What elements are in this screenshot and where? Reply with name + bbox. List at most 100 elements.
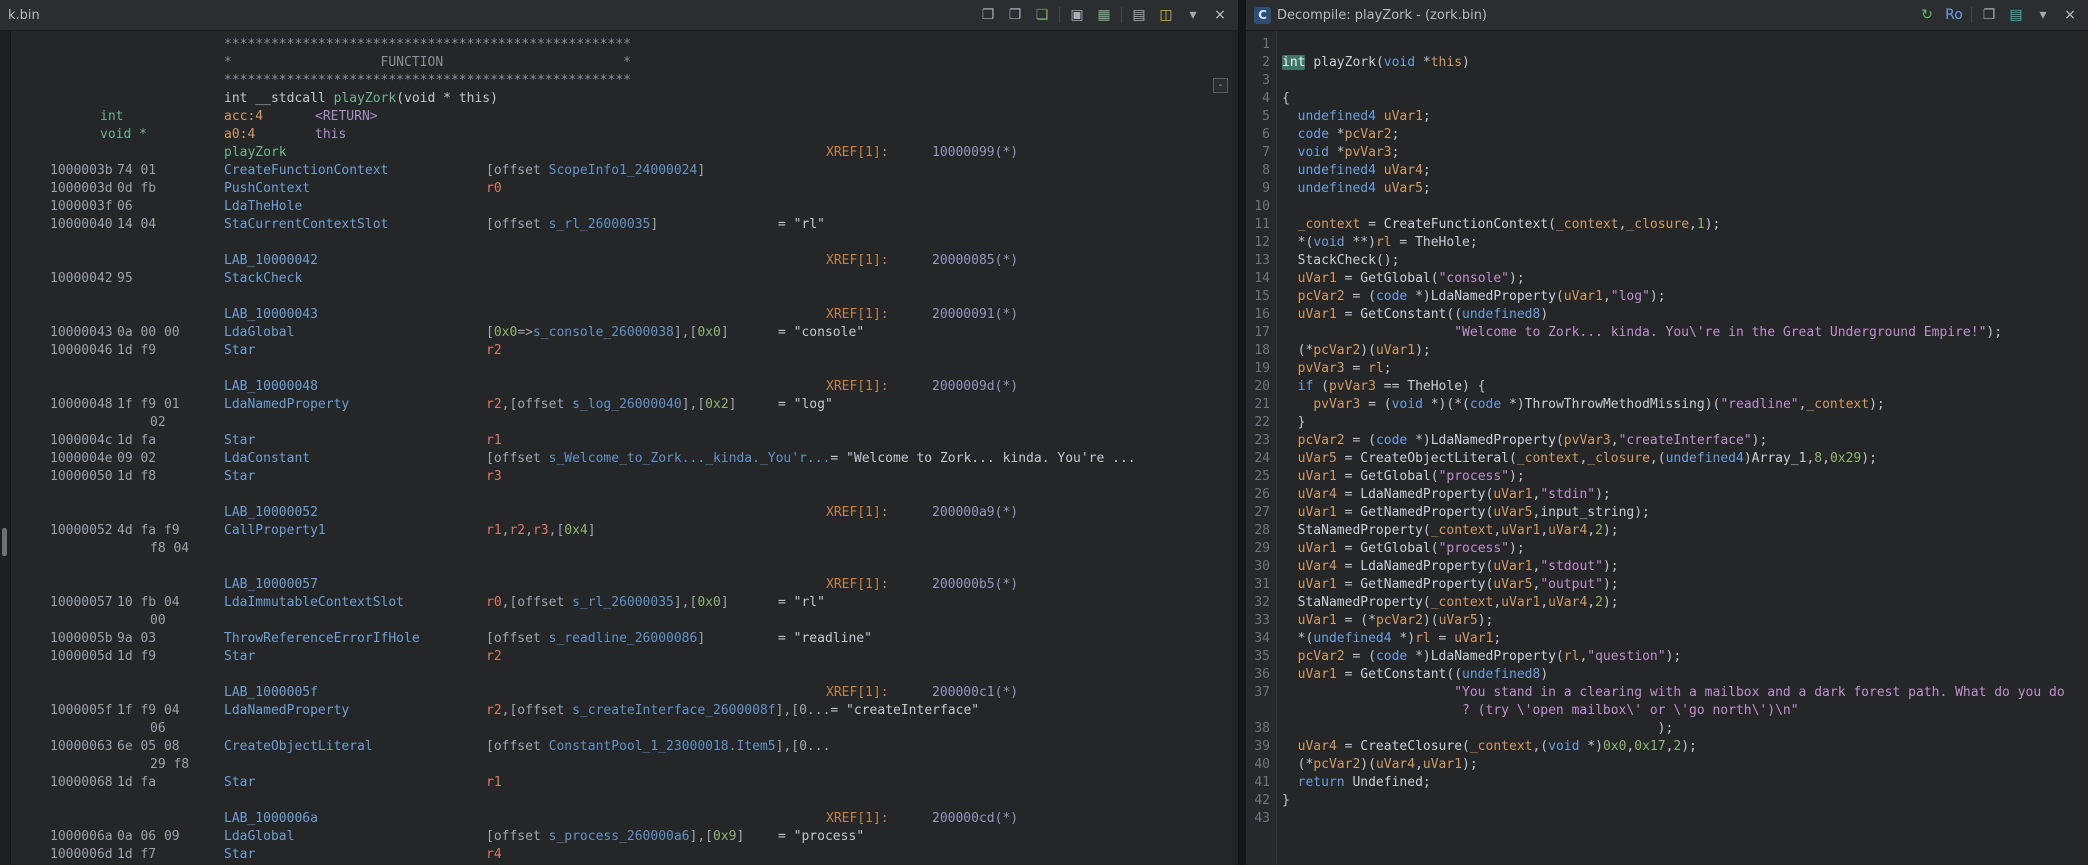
code-line[interactable]: 37 "You stand in a clearing with a mailb… <box>1246 684 2088 702</box>
token[interactable]: Star <box>224 847 255 862</box>
token[interactable]: ****************************************… <box>224 73 631 88</box>
token[interactable] <box>1282 361 1298 376</box>
token[interactable]: _context <box>1806 397 1869 412</box>
code-line[interactable]: 24 uVar5 = CreateObjectLiteral(_context,… <box>1246 450 2088 468</box>
token[interactable]: ] <box>650 217 658 232</box>
token[interactable]: ); <box>1705 217 1721 232</box>
token[interactable]: ( <box>1548 217 1556 232</box>
token[interactable]: uVar5 <box>1298 451 1337 466</box>
code-line[interactable]: 35 pcVar2 = (code *)LdaNamedProperty(rl,… <box>1246 648 2088 666</box>
token[interactable]: LAB_10000052 <box>224 505 318 520</box>
token[interactable]: 1d f9 <box>117 649 156 664</box>
token[interactable]: 10000046 <box>50 343 113 358</box>
token[interactable]: ); <box>1509 469 1525 484</box>
token[interactable]: [offset <box>486 451 549 466</box>
token[interactable]: (void * this) <box>396 91 498 106</box>
token[interactable]: 1000005b <box>50 631 113 646</box>
token[interactable]: ( <box>1431 541 1439 556</box>
token[interactable]: 200000cd(*) <box>932 811 1018 826</box>
code-line[interactable]: 17 "Welcome to Zork... kinda. You\'re in… <box>1246 324 2088 342</box>
token[interactable]: ( <box>1556 649 1564 664</box>
token[interactable]: ] <box>697 631 705 646</box>
token[interactable]: = "Welcome to Zork... kinda. You're ... <box>830 451 1135 466</box>
token[interactable]: 0a 00 00 <box>117 325 180 340</box>
asm-line[interactable]: 06 <box>0 720 1238 738</box>
token[interactable]: = <box>1337 739 1360 754</box>
copy-page-icon[interactable]: ❐ <box>1979 5 1999 25</box>
token[interactable]: ( <box>1556 289 1564 304</box>
token[interactable]: ); <box>1603 559 1619 574</box>
token[interactable]: , <box>1822 451 1830 466</box>
token[interactable]: LAB_10000057 <box>224 577 318 592</box>
token[interactable]: } <box>1282 793 1290 808</box>
asm-line[interactable]: 10000048 1f f9 01 LdaNamedProperty r2,[offs… <box>0 396 1238 414</box>
token[interactable]: r1 <box>486 433 502 448</box>
token[interactable] <box>1282 307 1298 322</box>
token[interactable]: , <box>1587 595 1595 610</box>
token[interactable]: )( <box>1423 613 1439 628</box>
token[interactable]: "log" <box>1611 289 1650 304</box>
code-line[interactable]: 41 return Undefined; <box>1246 774 2088 792</box>
token[interactable] <box>1282 253 1298 268</box>
token[interactable]: "readline" <box>1720 397 1798 412</box>
token[interactable]: "process" <box>1439 469 1509 484</box>
token[interactable]: uVar4 <box>1384 163 1423 178</box>
token[interactable] <box>1282 703 1462 718</box>
token[interactable]: ],[0... <box>776 739 831 754</box>
token[interactable]: playZork <box>334 91 397 106</box>
token[interactable]: uVar1 <box>1298 271 1337 286</box>
token[interactable]: 0x0 <box>697 595 720 610</box>
token[interactable]: , <box>1493 523 1501 538</box>
code-line[interactable]: 3 <box>1246 72 2088 90</box>
token[interactable]: *( <box>1282 235 1314 250</box>
token[interactable]: ); <box>1603 595 1619 610</box>
token[interactable]: code <box>1376 649 1407 664</box>
token[interactable]: ,[offset <box>502 595 572 610</box>
token[interactable] <box>1282 775 1298 790</box>
token[interactable]: ); <box>1282 721 1674 736</box>
token[interactable]: ( <box>1556 433 1564 448</box>
token[interactable]: 1000006a <box>50 829 113 844</box>
asm-line[interactable]: 1000006d 1d f7 Star r4 <box>0 846 1238 864</box>
token[interactable]: = ( <box>1360 397 1392 412</box>
token[interactable]: )( <box>1360 757 1376 772</box>
token[interactable]: 200000b5(*) <box>932 577 1018 592</box>
token[interactable]: pvVar3 <box>1313 397 1360 412</box>
code-line[interactable]: 13 StackCheck(); <box>1246 252 2088 270</box>
code-line[interactable]: ? (try \'open mailbox\' or \'go north\')… <box>1246 702 2088 720</box>
token[interactable]: StackCheck <box>1298 253 1376 268</box>
token[interactable]: 10000050 <box>50 469 113 484</box>
token[interactable]: 1000003f <box>50 199 113 214</box>
token[interactable]: ) <box>1744 451 1752 466</box>
token[interactable]: ( <box>1431 271 1439 286</box>
token[interactable]: "stdout" <box>1540 559 1603 574</box>
token[interactable]: uVar1 <box>1564 289 1603 304</box>
token[interactable]: == <box>1376 379 1407 394</box>
asm-line[interactable]: 1000004c 1d fa Star r1 <box>0 432 1238 450</box>
asm-line[interactable]: 10000052 4d fa f9 CallProperty1 r1,r2,r3,[0… <box>0 522 1238 540</box>
asm-line[interactable] <box>0 792 1238 810</box>
token[interactable]: ] <box>721 595 729 610</box>
token[interactable]: r4 <box>486 847 502 862</box>
token[interactable]: playZork <box>1313 55 1376 70</box>
token[interactable]: (* <box>1282 757 1314 772</box>
asm-line[interactable]: LAB_10000043 XREF[1]: 20000091(*) <box>0 306 1238 324</box>
token[interactable]: ThrowReferenceErrorIfHole <box>224 631 420 646</box>
token[interactable]: uVar1 <box>1493 487 1532 502</box>
token[interactable]: = ( <box>1345 649 1376 664</box>
token[interactable]: 200000c1(*) <box>932 685 1018 700</box>
token[interactable]: 1d f7 <box>117 847 156 862</box>
token[interactable]: pvVar3 <box>1298 361 1345 376</box>
asm-line[interactable]: 1000003d 0d fb PushContext r0 <box>0 180 1238 198</box>
token[interactable]: pcVar2 <box>1298 289 1345 304</box>
token[interactable]: rl <box>1376 235 1392 250</box>
token[interactable]: uVar1 <box>1298 505 1337 520</box>
token[interactable]: _closure <box>1626 217 1689 232</box>
token[interactable]: int __stdcall <box>224 91 334 106</box>
token[interactable]: playZork <box>224 145 287 160</box>
token[interactable]: [offset <box>486 163 549 178</box>
token[interactable]: 74 01 <box>117 163 156 178</box>
token[interactable]: 1000005d <box>50 649 113 664</box>
token[interactable]: *)(*( <box>1423 397 1470 412</box>
token[interactable]: CreateObjectLiteral <box>1360 451 1509 466</box>
